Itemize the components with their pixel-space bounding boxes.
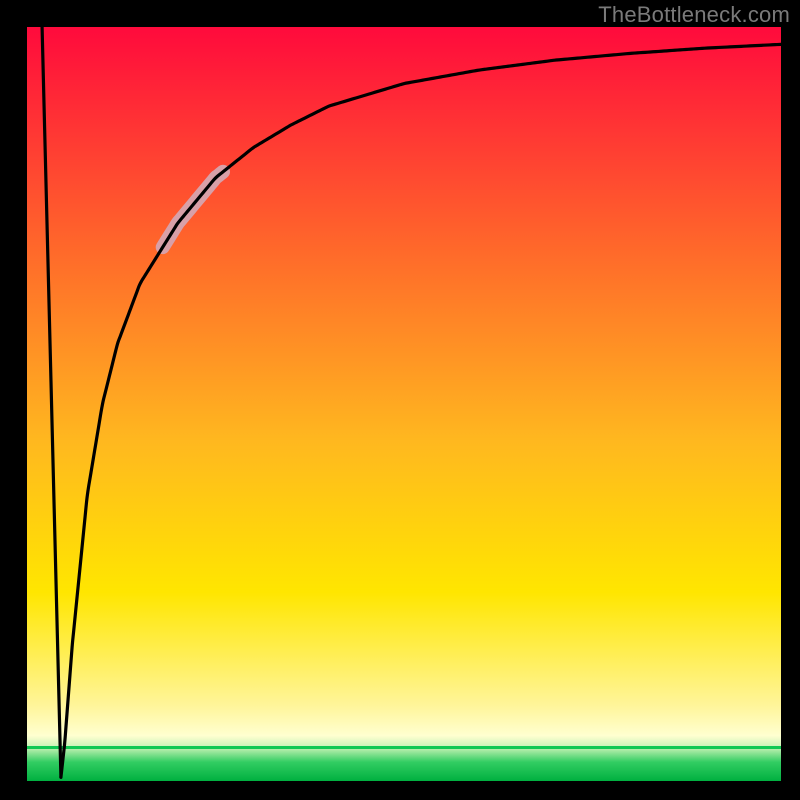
gradient-background xyxy=(27,27,781,781)
attribution-text: TheBottleneck.com xyxy=(598,2,790,28)
green-reference-line xyxy=(27,746,781,749)
plot-area xyxy=(27,27,781,781)
chart-canvas xyxy=(0,0,800,800)
